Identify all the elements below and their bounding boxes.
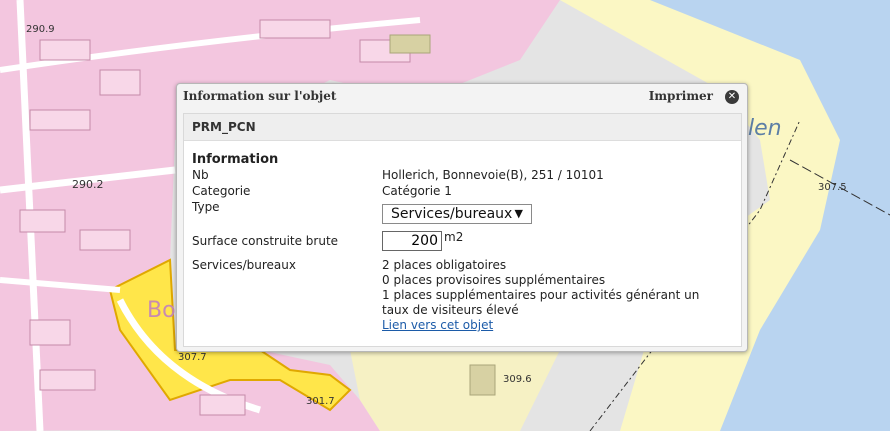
layer-header: PRM_PCN [184, 114, 741, 141]
map-label-elevation: 307.5 [818, 182, 847, 193]
map-label-water: len [748, 116, 782, 141]
services-line: 2 places obligatoires [382, 258, 507, 272]
type-label: Type [192, 200, 220, 214]
type-select-value: Services/bureaux [391, 206, 513, 222]
type-select[interactable]: Services/bureaux ▼ [382, 204, 532, 224]
surface-label: Surface construite brute [192, 234, 339, 248]
popup-title: Information sur l'objet [183, 89, 337, 103]
services-line: taux de visiteurs élevé [382, 303, 519, 317]
categorie-value: Catégorie 1 [382, 184, 452, 198]
map-label-elevation: 290.2 [72, 178, 104, 191]
object-info-popup: Information sur l'objet Imprimer ✕ PRM_P… [176, 83, 748, 352]
object-link[interactable]: Lien vers cet objet [382, 318, 493, 332]
map-label-elevation: 309.6 [503, 374, 532, 385]
map-label-elevation: 301.7 [306, 396, 335, 407]
services-line: 1 places supplémentaires pour activités … [382, 288, 700, 302]
services-label: Services/bureaux [192, 258, 296, 272]
surface-input[interactable]: 200 [382, 231, 442, 251]
close-icon[interactable]: ✕ [725, 90, 739, 104]
services-line: 0 places provisoires supplémentaires [382, 273, 606, 287]
surface-unit: m2 [444, 230, 464, 244]
categorie-label: Categorie [192, 184, 251, 198]
section-title: Information [192, 152, 279, 167]
map-label-elevation: 307.7 [178, 352, 207, 363]
map-label-elevation: 290.9 [26, 24, 55, 35]
map-label-place: Bo [147, 298, 176, 323]
layer-name: PRM_PCN [192, 120, 256, 134]
nb-value: Hollerich, Bonnevoie(B), 251 / 10101 [382, 168, 604, 182]
popup-header: Information sur l'objet Imprimer ✕ [177, 84, 747, 108]
nb-label: Nb [192, 168, 209, 182]
chevron-down-icon: ▼ [514, 207, 523, 220]
popup-body: PRM_PCN Information Nb Hollerich, Bonnev… [183, 113, 742, 347]
print-button[interactable]: Imprimer [649, 89, 713, 103]
